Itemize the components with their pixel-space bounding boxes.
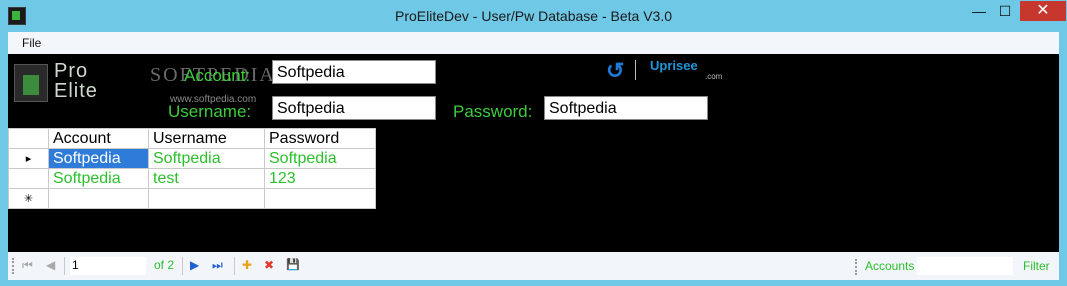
cell-account[interactable]: Softpedia	[48, 168, 149, 189]
filter-button[interactable]: Filter	[1023, 259, 1050, 273]
delete-icon[interactable]: ✖	[264, 258, 274, 272]
minimize-button[interactable]: —	[966, 1, 992, 21]
username-field[interactable]: Softpedia	[272, 96, 436, 120]
toolbar-grip[interactable]	[12, 258, 17, 274]
cell-username[interactable]: test	[148, 168, 265, 189]
save-icon[interactable]: 💾	[286, 258, 300, 272]
grid-corner-cell[interactable]	[8, 128, 49, 149]
toolbar-grip[interactable]	[855, 259, 860, 275]
records-grid[interactable]: Account Username Password ▸ Softpedia So…	[8, 128, 376, 209]
window-title: ProEliteDev - User/Pw Database - Beta V3…	[394, 8, 672, 24]
uprisee-logo-text: Uprisee	[650, 58, 698, 73]
move-last-icon[interactable]: ⏭	[212, 258, 223, 272]
cell-password[interactable]: Softpedia	[264, 148, 376, 169]
column-header-username[interactable]: Username	[148, 128, 265, 149]
move-first-icon[interactable]: ⏮	[22, 258, 33, 272]
column-header-password[interactable]: Password	[264, 128, 376, 149]
main-panel: Pro Elite SOFTPEDIA www.softpedia.com Ac…	[8, 54, 1059, 252]
add-new-icon[interactable]: ✚	[242, 258, 252, 272]
menu-bar: File	[8, 32, 1059, 54]
filter-toolbar: Accounts Filter	[853, 253, 1059, 279]
cell-username[interactable]: Softpedia	[148, 148, 265, 169]
new-cell-username[interactable]	[148, 188, 265, 209]
binding-navigator: ⏮ ◀ 1 of 2 ▶ ⏭ ✚ ✖ 💾 Accounts Filter	[8, 252, 1059, 280]
new-cell-password[interactable]	[264, 188, 376, 209]
password-label: Password:	[453, 102, 533, 121]
title-bar: ProEliteDev - User/Pw Database - Beta V3…	[0, 0, 1067, 32]
menu-file[interactable]: File	[22, 36, 41, 50]
toolbar-separator	[64, 257, 65, 275]
row-header-cell[interactable]	[8, 168, 49, 189]
uprisee-logo-suffix: .com	[705, 72, 723, 81]
logo: Pro Elite	[14, 60, 144, 102]
close-button[interactable]: ✕	[1020, 1, 1066, 21]
account-label: Account:	[184, 66, 251, 85]
filter-account-label: Accounts	[865, 259, 915, 273]
new-row[interactable]: ✳	[8, 188, 376, 209]
move-next-icon[interactable]: ▶	[190, 258, 199, 272]
grid-header-row: Account Username Password	[8, 128, 376, 149]
maximize-button[interactable]: ☐	[992, 1, 1018, 21]
position-input[interactable]: 1	[70, 257, 146, 275]
new-row-asterisk-icon[interactable]: ✳	[8, 188, 49, 209]
username-label: Username:	[168, 102, 252, 121]
row-current-indicator-icon[interactable]: ▸	[8, 148, 49, 169]
brand-divider	[635, 60, 636, 80]
toolbar-separator	[182, 257, 183, 275]
count-label: of 2	[154, 258, 175, 272]
cell-password[interactable]: 123	[264, 168, 376, 189]
column-header-account[interactable]: Account	[48, 128, 149, 149]
toolbar-separator	[234, 257, 235, 275]
password-field[interactable]: Softpedia	[544, 96, 708, 120]
table-row[interactable]: ▸ Softpedia Softpedia Softpedia	[8, 148, 376, 169]
logo-mark-icon	[14, 64, 48, 102]
account-field[interactable]: Softpedia	[272, 60, 436, 84]
move-previous-icon[interactable]: ◀	[46, 258, 55, 272]
new-cell-account[interactable]	[48, 188, 149, 209]
table-row[interactable]: Softpedia test 123	[8, 168, 376, 189]
uprisee-arrow-icon: ↺	[606, 58, 625, 83]
filter-account-input[interactable]	[917, 257, 1013, 275]
logo-text-line2: Elite	[54, 80, 98, 102]
cell-account[interactable]: Softpedia	[48, 148, 149, 169]
